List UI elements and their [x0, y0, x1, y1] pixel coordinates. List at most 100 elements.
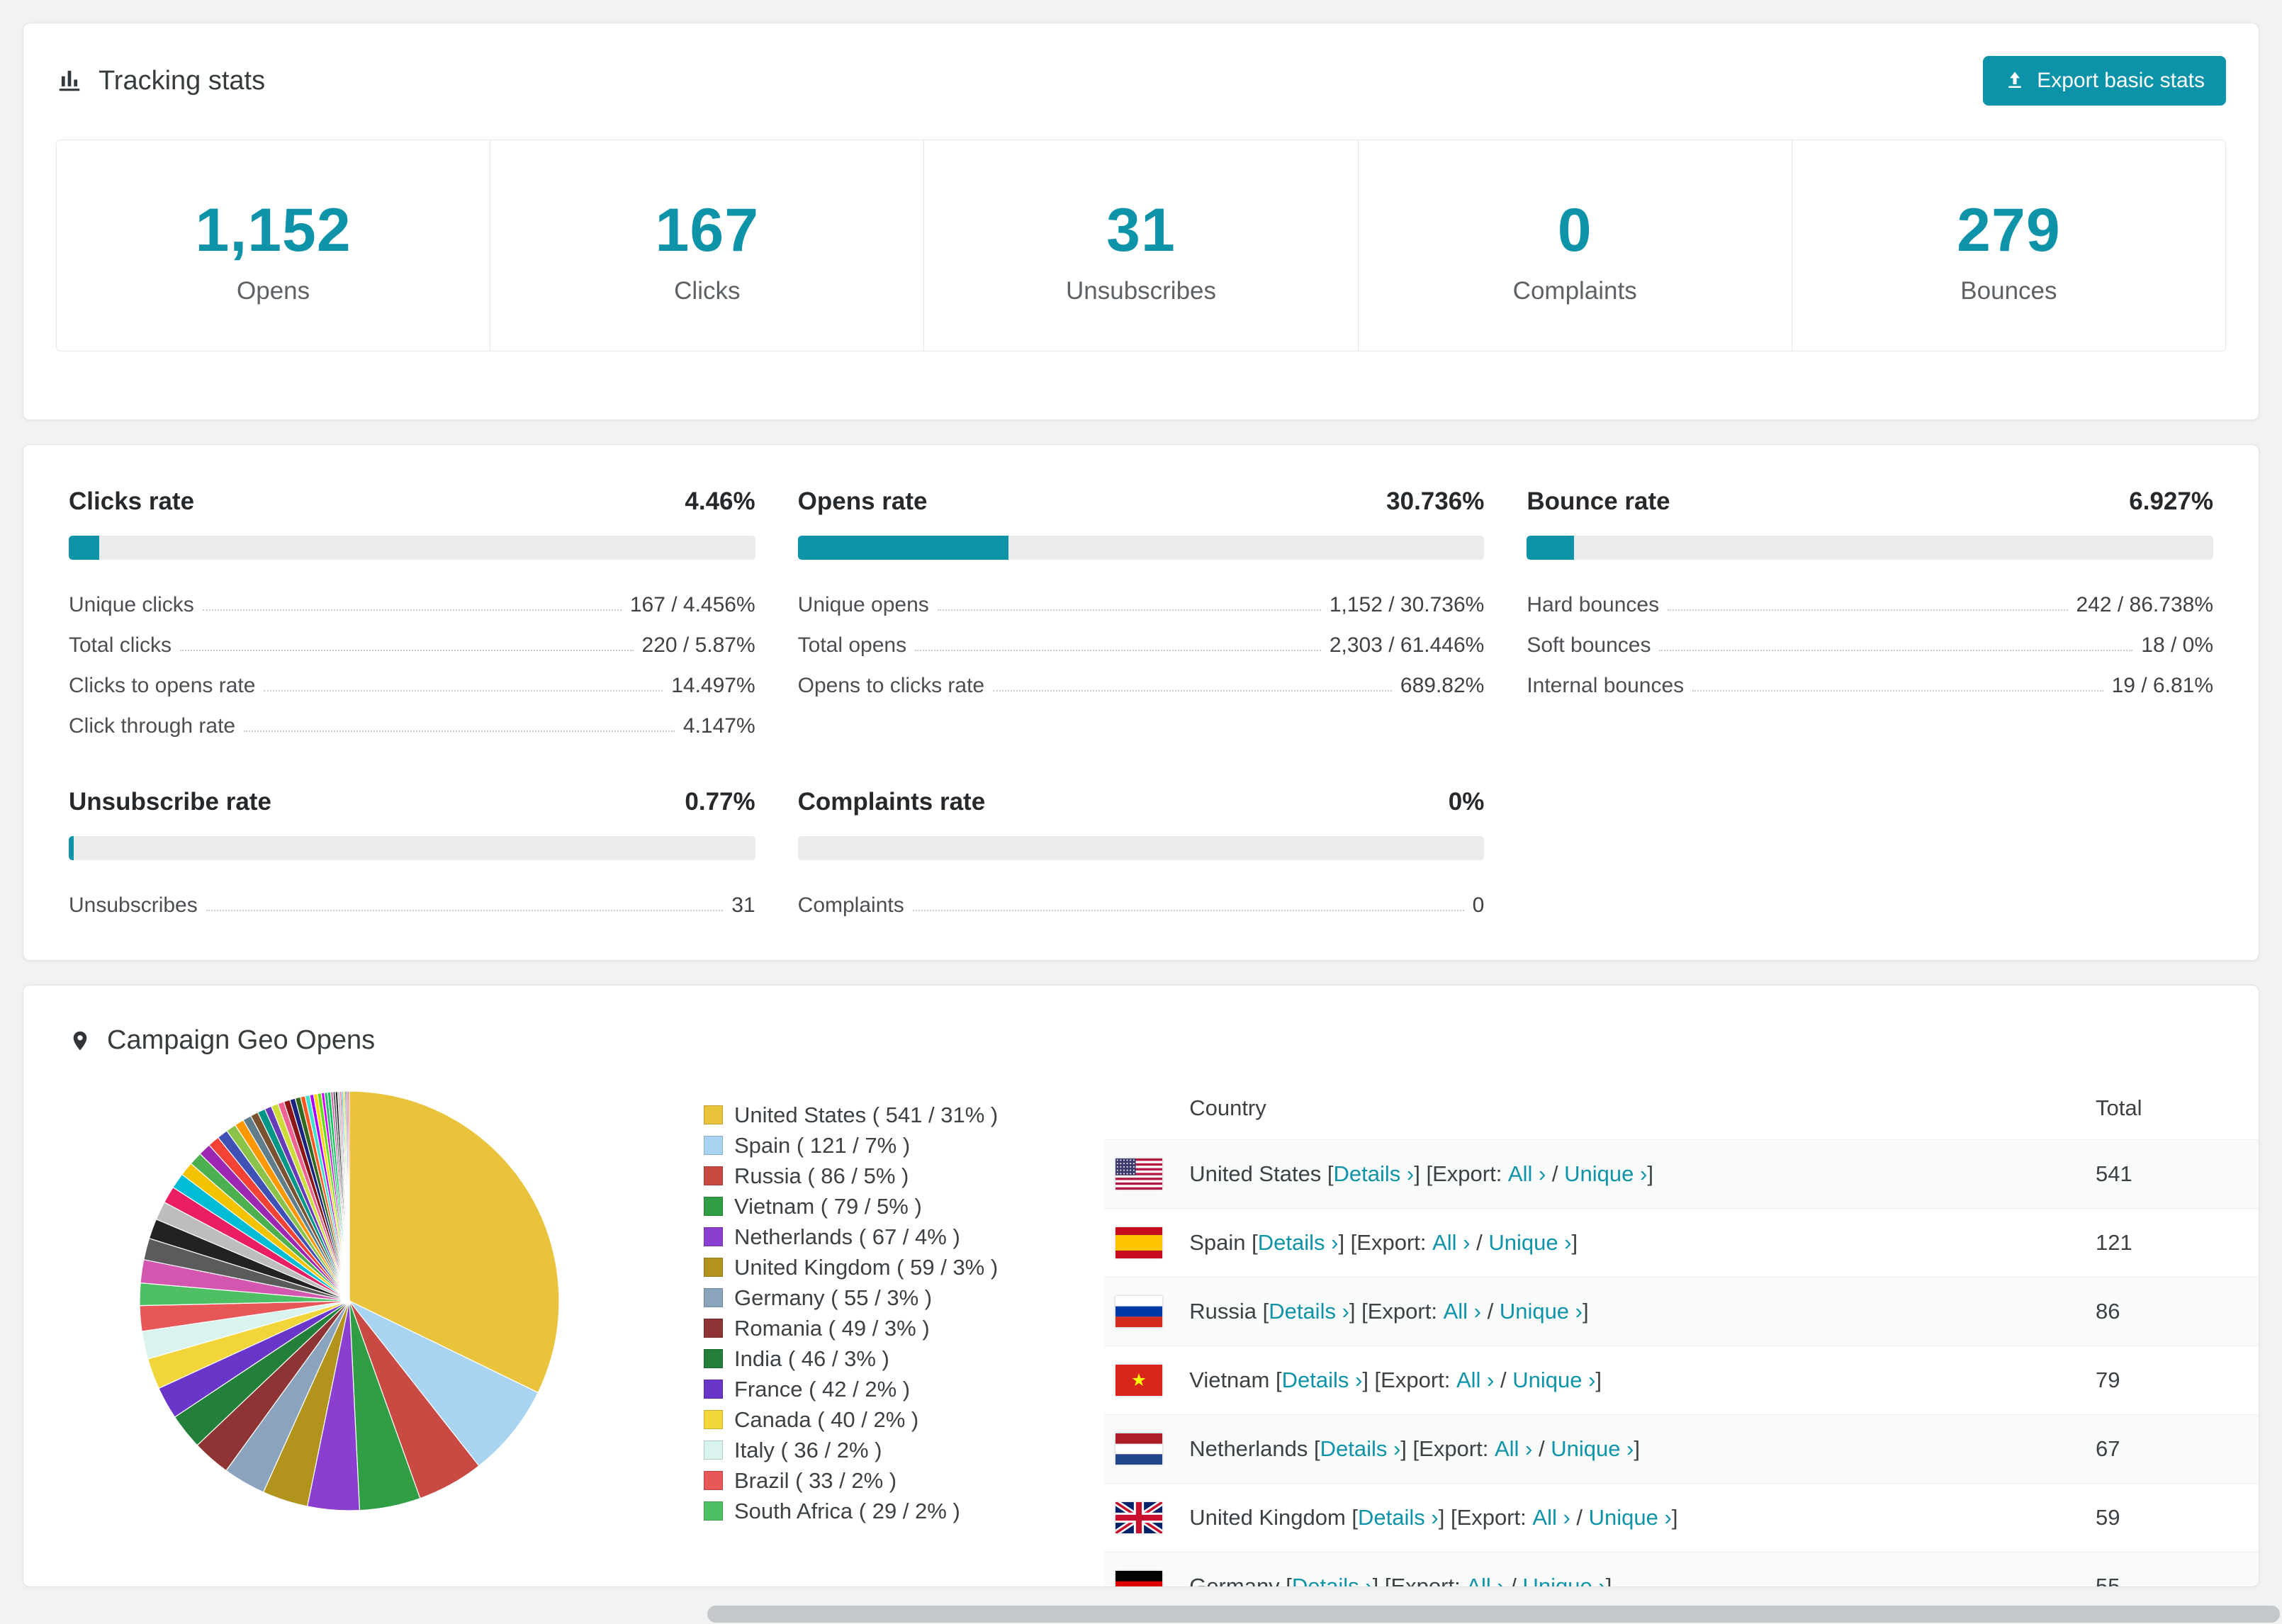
metric-value: 0 [1472, 893, 1485, 917]
legend-item-germany: Germany ( 55 / 3% ) [704, 1282, 998, 1313]
legend-swatch [704, 1258, 723, 1277]
progress-bar [69, 836, 755, 860]
legend-swatch [704, 1471, 723, 1490]
legend-item-italy: Italy ( 36 / 2% ) [704, 1435, 998, 1465]
metric-value: 31 [731, 893, 755, 917]
stat-value-opens: 1,152 [195, 196, 352, 264]
total-value: 121 [2096, 1230, 2132, 1255]
progress-bar [797, 836, 1485, 860]
legend-label: Spain ( 121 / 7% ) [734, 1132, 911, 1158]
legend-label: Vietnam ( 79 / 5% ) [734, 1193, 922, 1219]
metric-label: Complaints [797, 893, 904, 917]
export-all-link[interactable]: All › [1495, 1436, 1532, 1462]
details-link[interactable]: Details › [1334, 1161, 1415, 1187]
export-all-link[interactable]: All › [1456, 1368, 1494, 1393]
export-all-link[interactable]: All › [1532, 1505, 1570, 1530]
export-unique-link[interactable]: Unique › [1523, 1574, 1606, 1586]
stats-strip: 1,152 Opens 167 Clicks 31 Unsubscribes 0 Compla… [56, 140, 2226, 351]
legend-label: Germany ( 55 / 3% ) [734, 1285, 933, 1310]
dotted-leader [1692, 690, 2103, 692]
export-unique-link[interactable]: Unique › [1564, 1161, 1647, 1187]
legend-item-netherlands: Netherlands ( 67 / 4% ) [704, 1222, 998, 1252]
export-all-link[interactable]: All › [1508, 1161, 1546, 1187]
export-label: Export: [1456, 1505, 1533, 1530]
legend-swatch [704, 1227, 723, 1246]
stat-label-unsubscribes: Unsubscribes [1065, 277, 1217, 305]
tracking-stats-title-group: Tracking stats [56, 66, 265, 96]
metric-label: Clicks to opens rate [69, 674, 256, 697]
total-value: 79 [2096, 1368, 2120, 1392]
total-value: 541 [2096, 1161, 2132, 1186]
details-link[interactable]: Details › [1292, 1574, 1373, 1586]
export-basic-stats-button[interactable]: Export basic stats [1983, 56, 2226, 106]
metric-label: Unique clicks [69, 593, 194, 616]
legend-label: Romania ( 49 / 3% ) [734, 1315, 930, 1341]
legend-swatch [704, 1501, 723, 1521]
details-link[interactable]: Details › [1269, 1299, 1349, 1324]
export-unique-link[interactable]: Unique › [1500, 1299, 1583, 1324]
stat-box-unsubscribes: 31 Unsubscribes [923, 140, 1357, 351]
metric-value: 2,303 / 61.446% [1329, 633, 1485, 657]
geo-opens-title: Campaign Geo Opens [107, 1025, 376, 1055]
stat-value-clicks: 167 [655, 196, 760, 264]
export-all-link[interactable]: All › [1444, 1299, 1481, 1324]
legend-label: Brazil ( 33 / 2% ) [734, 1467, 897, 1493]
stat-value-unsubscribes: 31 [1106, 196, 1176, 264]
country-name: Vietnam [1189, 1368, 1270, 1392]
country-name: United States [1189, 1161, 1322, 1186]
export-all-link[interactable]: All › [1432, 1230, 1470, 1256]
export-all-link[interactable]: All › [1466, 1574, 1504, 1586]
dotted-leader [244, 731, 675, 732]
export-unique-link[interactable]: Unique › [1551, 1436, 1634, 1462]
horizontal-scrollbar-thumb[interactable] [707, 1606, 2280, 1623]
clicks-rate-block: Clicks rate 4.46% Unique clicks 167 / 4.456… [69, 487, 755, 738]
vietnam-flag [1115, 1365, 1163, 1396]
table-row-vietnam: Vietnam [Details ›] [Export: All › / Uni… [1104, 1346, 2259, 1414]
legend-label: India ( 46 / 3% ) [734, 1346, 889, 1371]
export-label: Export: [1419, 1436, 1495, 1461]
export-label: Export: [1390, 1574, 1467, 1587]
rate-percent: 6.927% [2129, 487, 2213, 515]
legend-label: United States ( 541 / 31% ) [734, 1102, 999, 1127]
export-unique-link[interactable]: Unique › [1488, 1230, 1571, 1256]
metric-label: Hard bounces [1527, 593, 1660, 616]
progress-fill [69, 836, 74, 860]
stat-box-opens: 1,152 Opens [57, 140, 490, 351]
table-row-united-kingdom: United Kingdom [Details ›] [Export: All … [1104, 1483, 2259, 1552]
export-icon [2004, 70, 2025, 91]
metric-row: Unique clicks 167 / 4.456% [69, 577, 755, 617]
metric-label: Internal bounces [1527, 674, 1685, 697]
details-link[interactable]: Details › [1258, 1230, 1339, 1256]
page-title: Tracking stats [99, 65, 266, 96]
table-row-germany: Germany [Details ›] [Export: All › / Uni… [1104, 1552, 2259, 1587]
united-kingdom-flag [1115, 1502, 1163, 1533]
export-label: Export: [1367, 1299, 1444, 1324]
export-unique-link[interactable]: Unique › [1589, 1505, 1672, 1530]
details-link[interactable]: Details › [1320, 1436, 1401, 1462]
horizontal-scrollbar[interactable] [0, 1604, 2282, 1624]
complaints-rate-block: Complaints rate 0% Complaints 0 [797, 788, 1485, 918]
rate-percent: 4.46% [685, 487, 755, 515]
metric-value: 220 / 5.87% [641, 633, 755, 657]
legend-swatch [704, 1380, 723, 1399]
details-link[interactable]: Details › [1358, 1505, 1439, 1530]
metric-row: Hard bounces 242 / 86.738% [1527, 577, 2213, 617]
metric-value: 167 / 4.456% [629, 593, 755, 616]
rate-title: Complaints rate [797, 788, 986, 816]
metric-value: 689.82% [1400, 674, 1485, 697]
metric-row: Complaints 0 [798, 877, 1485, 918]
legend-label: Italy ( 36 / 2% ) [734, 1437, 882, 1462]
geo-pie-wrap [137, 1081, 569, 1513]
dotted-leader [1668, 609, 2068, 611]
opens-rate-block: Opens rate 30.736% Unique opens 1,152 / 30.… [797, 487, 1485, 738]
metric-row: Total opens 2,303 / 61.446% [798, 617, 1485, 658]
geo-opens-header: Campaign Geo Opens [23, 1025, 2259, 1056]
stat-box-complaints: 0 Complaints [1357, 140, 1792, 351]
export-unique-link[interactable]: Unique › [1512, 1368, 1595, 1393]
progress-bar [69, 536, 755, 560]
progress-fill [1527, 536, 1575, 560]
tracking-stats-card: Tracking stats Export basic stats 1,152 O… [23, 23, 2259, 420]
details-link[interactable]: Details › [1282, 1368, 1363, 1393]
geo-table-header-row: Country Total [1104, 1081, 2259, 1139]
geo-opens-title-group: Campaign Geo Opens [69, 1025, 375, 1056]
